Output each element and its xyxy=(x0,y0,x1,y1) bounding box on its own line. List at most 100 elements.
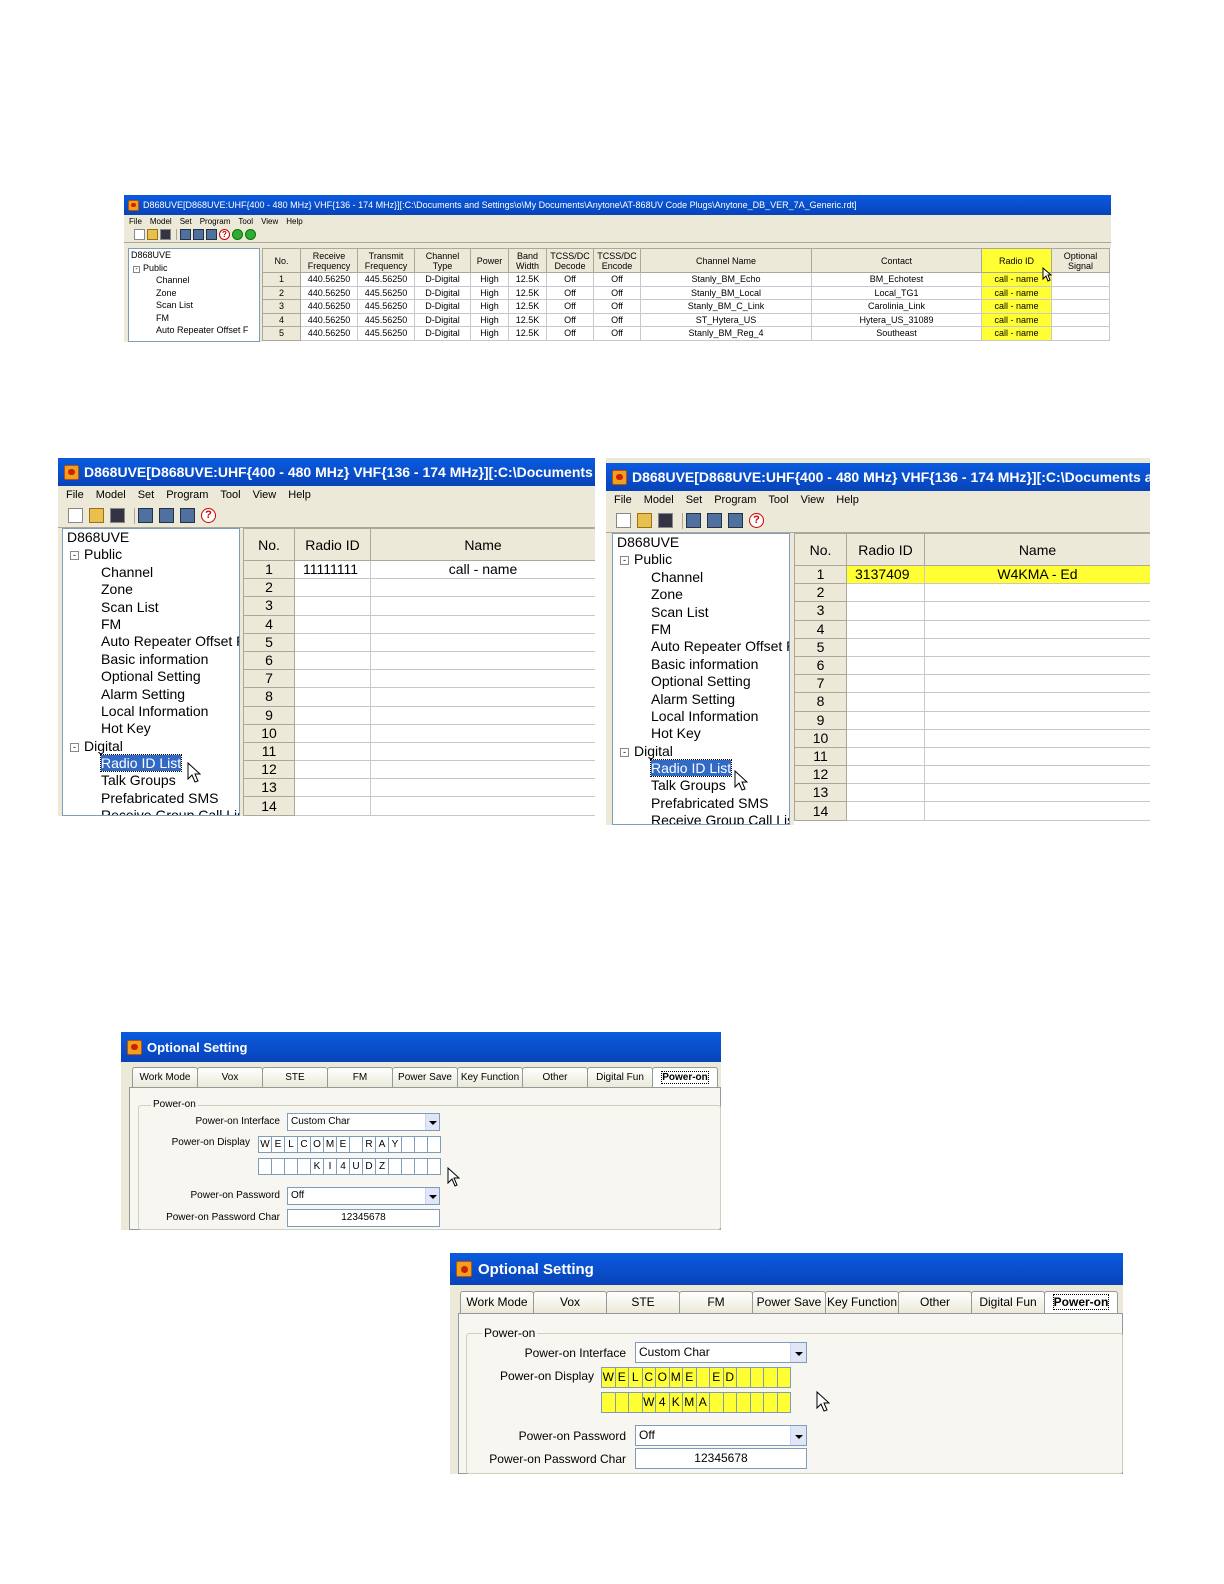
write-radio-icon[interactable] xyxy=(193,229,204,240)
table-cell[interactable] xyxy=(846,801,925,821)
table-cell[interactable]: 9 xyxy=(243,705,295,725)
table-cell[interactable] xyxy=(924,746,1150,767)
table-cell[interactable] xyxy=(924,710,1150,730)
tab[interactable]: Digital Fun xyxy=(971,1291,1045,1313)
table-cell[interactable] xyxy=(370,614,595,634)
table-row[interactable]: 8 xyxy=(243,687,595,707)
table-cell[interactable]: 445.56250 xyxy=(357,299,415,314)
table-cell[interactable] xyxy=(294,778,371,798)
table-cell[interactable] xyxy=(294,596,371,616)
menu-view[interactable]: View xyxy=(253,489,277,501)
table-cell[interactable]: 440.56250 xyxy=(300,312,358,327)
table-cell[interactable]: 12.5K xyxy=(508,299,547,314)
char-cell[interactable]: M xyxy=(682,1392,697,1413)
table-cell[interactable] xyxy=(846,783,925,803)
column-header[interactable]: Optional Signal xyxy=(1051,248,1110,273)
table-cell[interactable] xyxy=(294,705,371,725)
char-cell[interactable] xyxy=(763,1367,778,1388)
tree-item-auto-repeater[interactable]: Auto Repeater Offset F xyxy=(131,324,259,337)
table-cell[interactable]: 5 xyxy=(262,326,301,341)
menu-set[interactable]: Set xyxy=(180,217,192,226)
table-cell[interactable]: 10 xyxy=(794,728,847,748)
table-cell[interactable]: High xyxy=(470,285,509,300)
char-cell[interactable]: 4 xyxy=(336,1158,350,1175)
tree-item-zone[interactable]: Zone xyxy=(131,287,259,300)
table-row[interactable]: 2 xyxy=(243,578,595,598)
tab[interactable]: STE xyxy=(262,1067,328,1087)
table-cell[interactable]: 11 xyxy=(243,741,295,762)
tab[interactable]: Vox xyxy=(533,1291,607,1313)
table-cell[interactable]: 445.56250 xyxy=(357,272,415,287)
char-cell[interactable]: U xyxy=(349,1158,363,1175)
table-cell[interactable]: 11111111 xyxy=(294,559,371,580)
table-cell[interactable] xyxy=(846,674,925,694)
table-cell[interactable]: 13 xyxy=(243,778,295,798)
help-icon[interactable]: ? xyxy=(749,513,764,528)
table-row[interactable]: 12 xyxy=(794,765,1150,785)
table-row[interactable]: 11 xyxy=(794,746,1150,767)
read-radio-icon[interactable] xyxy=(138,508,153,523)
char-cell[interactable]: K xyxy=(668,1392,683,1413)
table-cell[interactable]: Off xyxy=(546,312,594,327)
char-cell[interactable]: L xyxy=(284,1136,298,1153)
tab[interactable]: Power-on xyxy=(1044,1291,1118,1313)
table-cell[interactable]: Stanly_BM_Echo xyxy=(640,272,812,287)
column-header[interactable]: Power xyxy=(470,248,509,273)
menu-help[interactable]: Help xyxy=(836,494,859,506)
table-cell[interactable]: 440.56250 xyxy=(300,272,358,287)
help-icon[interactable]: ? xyxy=(219,229,230,240)
table-row[interactable]: 5 440.56250 445.56250 D-Digital High 12.5K Off… xyxy=(262,326,1110,341)
table-cell[interactable]: High xyxy=(470,272,509,287)
chevron-down-icon[interactable] xyxy=(790,1426,806,1445)
column-header[interactable]: Name xyxy=(370,528,595,561)
table-cell[interactable]: 440.56250 xyxy=(300,299,358,314)
table-cell[interactable]: 4 xyxy=(243,614,295,634)
tree-item-radio-id-list[interactable]: Radio ID List xyxy=(617,759,789,778)
char-cell[interactable]: W xyxy=(258,1136,272,1153)
char-cell[interactable]: D xyxy=(362,1158,376,1175)
table-cell[interactable]: 4 xyxy=(262,312,301,327)
table-cell[interactable] xyxy=(1051,272,1110,287)
char-cell[interactable] xyxy=(414,1158,428,1175)
menu-file[interactable]: File xyxy=(66,489,84,501)
table-cell[interactable]: 3137409 xyxy=(846,564,925,585)
table-row[interactable]: 12 xyxy=(243,760,595,780)
table-cell[interactable] xyxy=(1051,312,1110,327)
tree-digital[interactable]: Digital xyxy=(634,743,673,759)
write-radio-icon[interactable] xyxy=(707,513,722,528)
table-cell[interactable] xyxy=(846,710,925,730)
table-cell[interactable] xyxy=(370,578,595,598)
column-header[interactable]: Contact xyxy=(811,248,982,273)
char-cell[interactable]: D xyxy=(722,1367,737,1388)
save-icon[interactable] xyxy=(160,229,171,240)
table-row[interactable]: 2 440.56250 445.56250 D-Digital High 12.5K Off… xyxy=(262,285,1110,300)
tab[interactable]: Vox xyxy=(197,1067,263,1087)
tab[interactable]: Key Function xyxy=(457,1067,523,1087)
table-cell[interactable]: 3 xyxy=(794,601,847,621)
menu-tool[interactable]: Tool xyxy=(238,217,253,226)
tree-item[interactable]: Receive Group Call Lis xyxy=(67,807,239,815)
column-header[interactable]: TCSS/DC Encode xyxy=(593,248,641,273)
table-cell[interactable]: 8 xyxy=(243,687,295,707)
table-cell[interactable] xyxy=(294,614,371,634)
new-file-icon[interactable] xyxy=(68,508,83,523)
table-cell[interactable] xyxy=(846,692,925,712)
table-cell[interactable]: 12.5K xyxy=(508,326,547,341)
help-icon[interactable]: ? xyxy=(201,508,216,523)
table-cell[interactable]: 5 xyxy=(243,632,295,652)
table-cell[interactable] xyxy=(924,601,1150,621)
tab[interactable]: Work Mode xyxy=(132,1067,198,1087)
table-row[interactable]: 4 xyxy=(794,619,1150,639)
tree-digital[interactable]: Digital xyxy=(84,738,123,754)
char-cell[interactable] xyxy=(427,1136,441,1153)
menu-model[interactable]: Model xyxy=(96,489,126,501)
tree-item[interactable]: Channel xyxy=(67,564,239,581)
collapse-icon[interactable]: - xyxy=(70,742,79,752)
table-cell[interactable] xyxy=(370,596,595,616)
table-cell[interactable]: 14 xyxy=(243,796,295,816)
char-cell[interactable]: M xyxy=(323,1136,337,1153)
table-row[interactable]: 4 xyxy=(243,614,595,634)
menu-file[interactable]: File xyxy=(614,494,632,506)
char-cell[interactable]: K xyxy=(310,1158,324,1175)
char-cell[interactable]: O xyxy=(655,1367,670,1388)
